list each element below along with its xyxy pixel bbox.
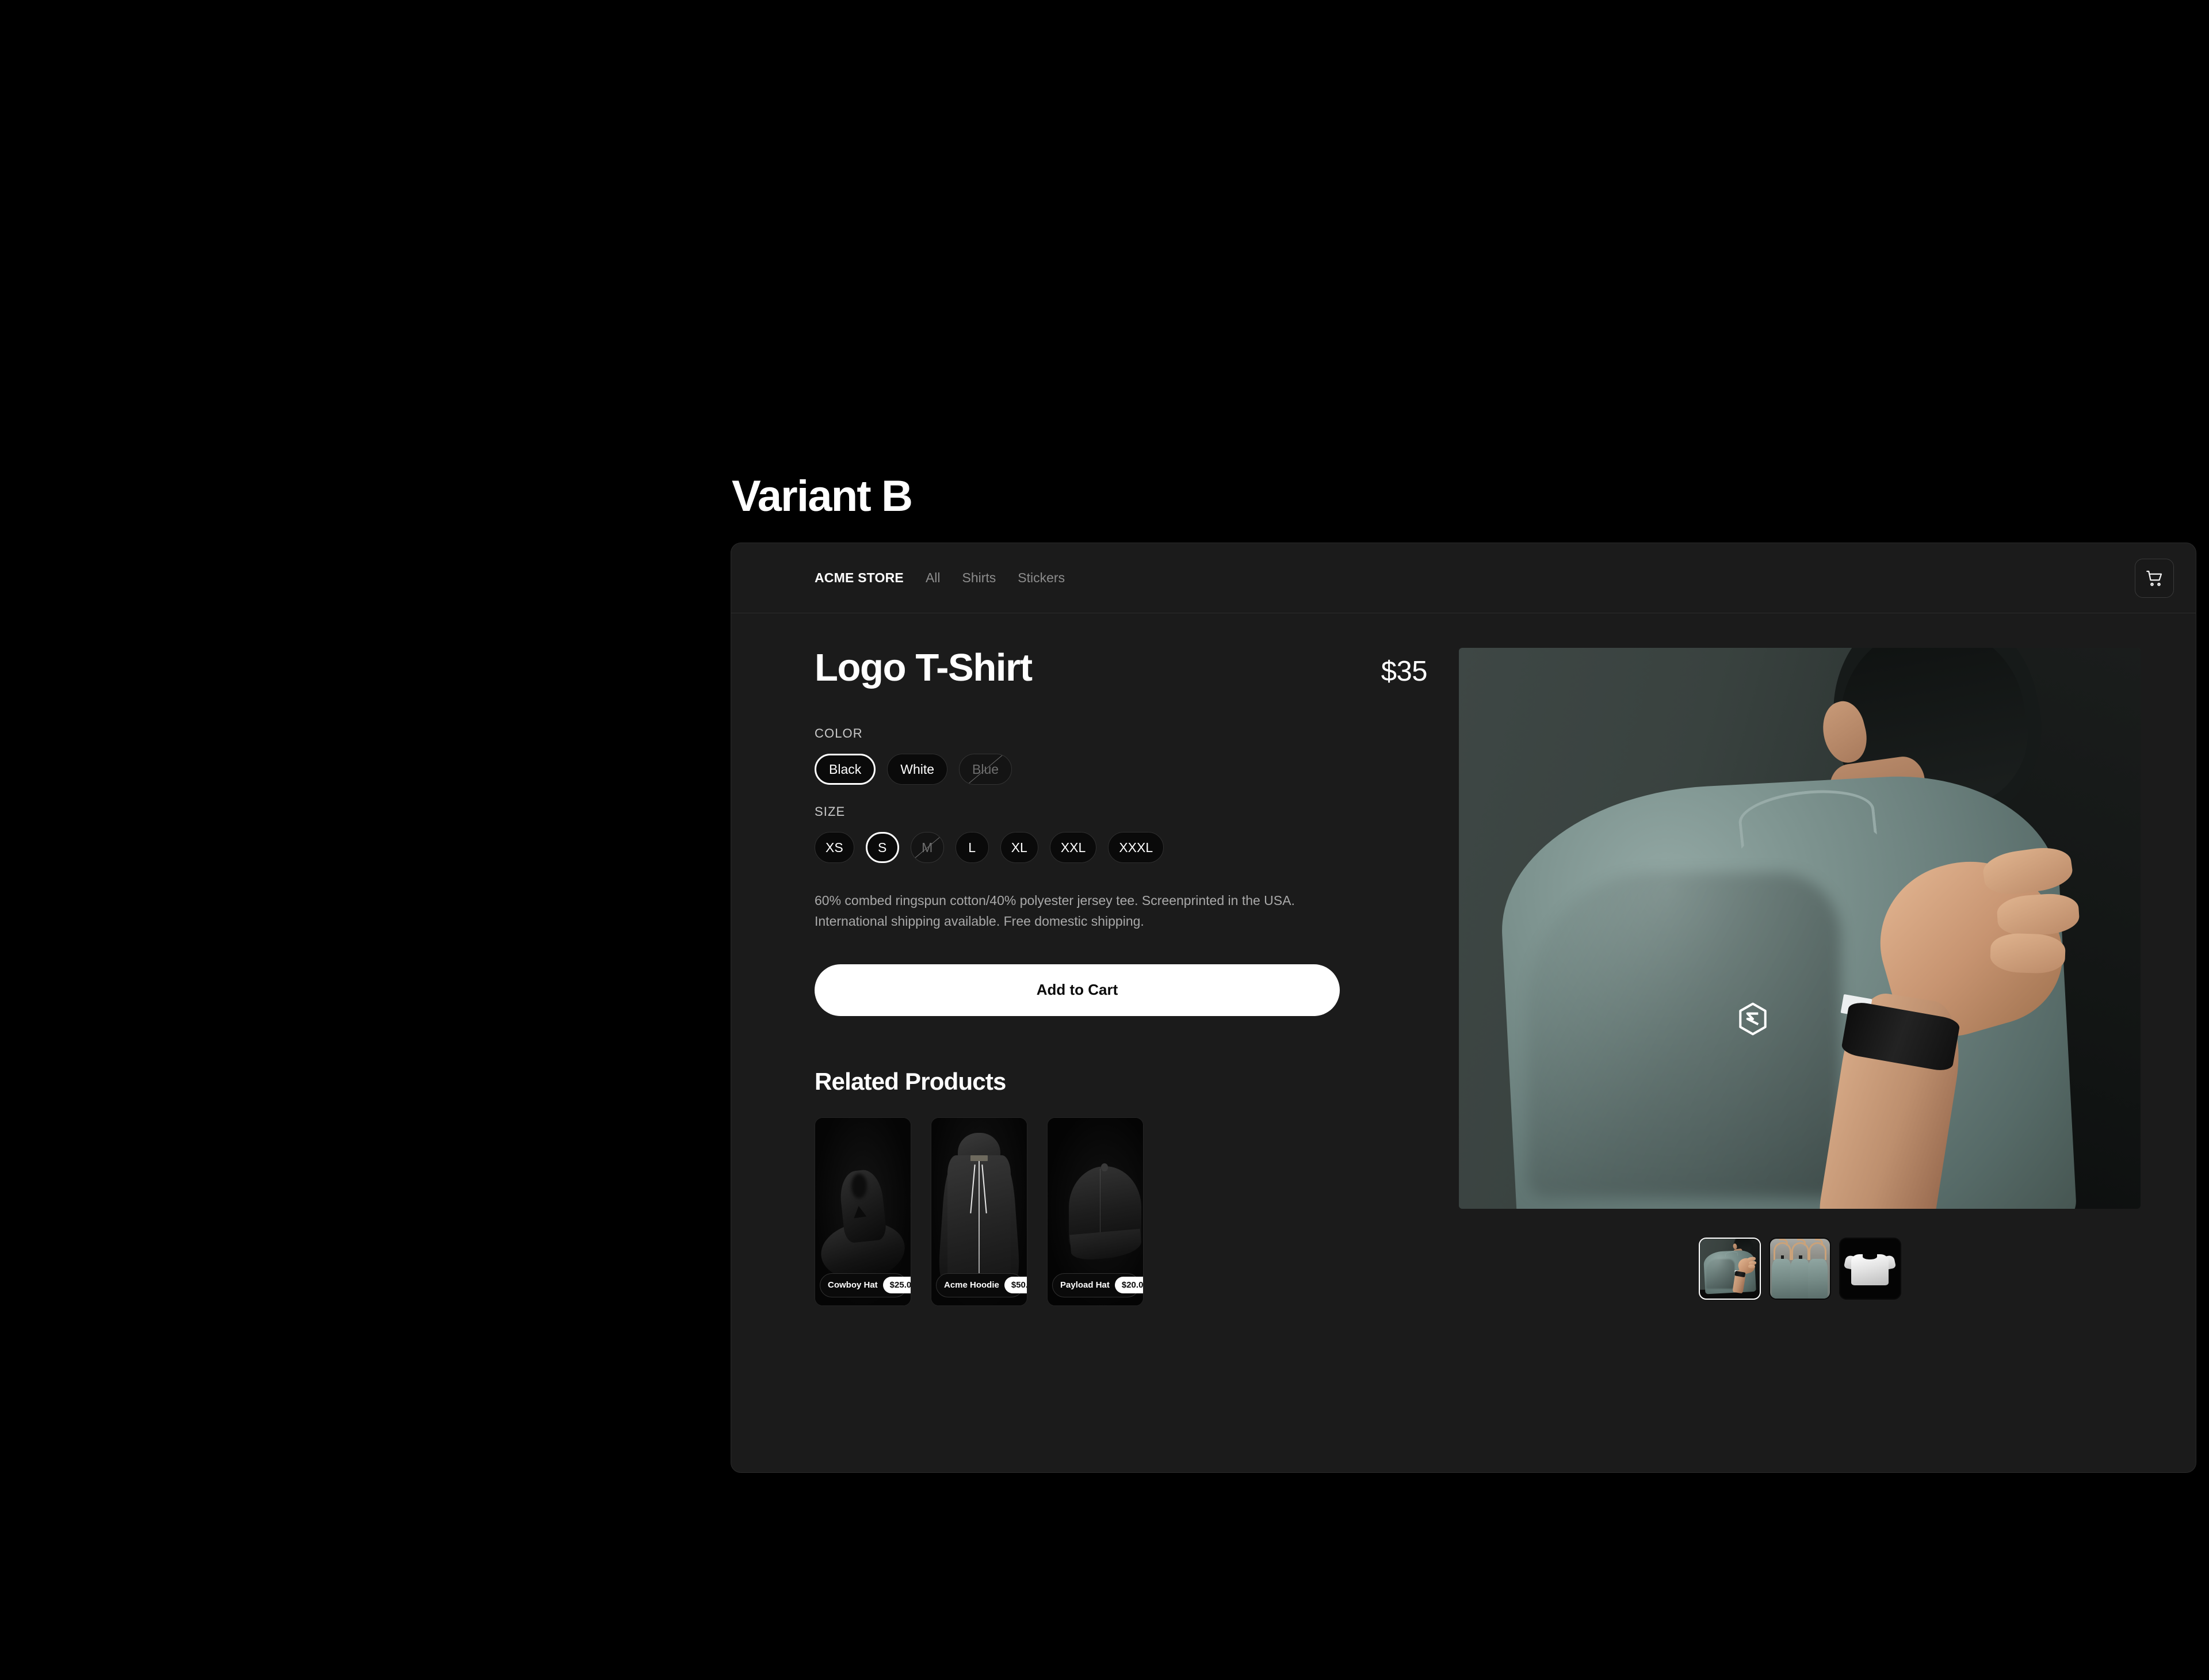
thumbnail-3[interactable] (1839, 1238, 1901, 1300)
related-product-name: Acme Hoodie (944, 1280, 999, 1290)
thumbnail-3-art (1840, 1239, 1900, 1299)
related-product-price: $50.00 (1004, 1277, 1027, 1294)
primary-nav: ACME STORE All Shirts Stickers (815, 570, 1065, 586)
page-title: Variant B (732, 472, 913, 521)
brand-logo-link[interactable]: ACME STORE (815, 570, 904, 586)
product-gallery-column (1458, 648, 2196, 1306)
nav-item-all[interactable]: All (926, 570, 941, 586)
size-option-xxl[interactable]: XXL (1049, 832, 1097, 864)
product-gallery (1458, 648, 2141, 1300)
size-option-xxxl[interactable]: XXXL (1108, 832, 1164, 864)
product-caption: Cowboy Hat $25.00 (820, 1273, 911, 1297)
color-label: COLOR (815, 726, 863, 741)
related-product-price: $20.00 (1114, 1277, 1143, 1294)
product-title: Logo T-Shirt (815, 646, 1033, 689)
nav-item-stickers[interactable]: Stickers (1018, 570, 1065, 586)
thumbnail-2-art (1770, 1239, 1830, 1299)
product-info-column: Logo T-Shirt $35 COLOR Black White Blue … (731, 646, 1458, 1306)
size-option-l[interactable]: L (955, 832, 989, 864)
product-description: 60% combed ringspun cotton/40% polyester… (815, 893, 1295, 929)
storefront-panel: ACME STORE All Shirts Stickers Logo T-Sh… (731, 543, 2196, 1473)
shopping-cart-icon (2146, 570, 2162, 586)
related-product-card-acme-hoodie[interactable]: Acme Hoodie $50.00 (931, 1117, 1027, 1306)
size-option-group: SIZE XS S M L XL XXL XXXL (815, 804, 1430, 864)
color-options: Black White Blue (815, 754, 1430, 785)
size-option-m: M (910, 832, 944, 864)
thumbnail-1[interactable] (1698, 1238, 1761, 1300)
cart-button[interactable] (2135, 558, 2174, 598)
hero-image[interactable] (1459, 648, 2141, 1209)
color-option-group: COLOR Black White Blue (815, 726, 1430, 785)
nav-item-shirts[interactable]: Shirts (962, 570, 996, 586)
product-caption: Acme Hoodie $50.00 (936, 1273, 1027, 1297)
color-option-blue: Blue (959, 754, 1012, 785)
product-caption: Payload Hat $20.00 (1052, 1273, 1143, 1297)
related-product-name: Cowboy Hat (828, 1280, 878, 1290)
size-option-xl[interactable]: XL (1000, 832, 1038, 864)
thumbnail-1-art (1699, 1239, 1760, 1299)
color-option-white[interactable]: White (887, 754, 948, 785)
size-option-s[interactable]: S (865, 832, 899, 864)
acme-hexagon-logo-icon (1739, 1002, 1767, 1036)
size-options: XS S M L XL XXL XXXL (815, 832, 1430, 864)
thumbnail-strip (1698, 1238, 1901, 1300)
color-option-black[interactable]: Black (815, 754, 876, 785)
related-product-card-cowboy-hat[interactable]: Cowboy Hat $25.00 (815, 1117, 911, 1306)
hero-image-art (1459, 648, 2141, 1209)
related-product-name: Payload Hat (1060, 1280, 1110, 1290)
store-header: ACME STORE All Shirts Stickers (731, 543, 2196, 613)
thumbnail-2[interactable] (1768, 1238, 1831, 1300)
related-products-heading: Related Products (815, 1067, 1006, 1095)
add-to-cart-button[interactable]: Add to Cart (815, 964, 1340, 1016)
size-label: SIZE (815, 804, 846, 819)
related-product-card-payload-hat[interactable]: Payload Hat $20.00 (1047, 1117, 1144, 1306)
title-price-row: Logo T-Shirt $35 (815, 646, 1430, 689)
related-products-rail[interactable]: Cowboy Hat $25.00 (815, 1117, 1340, 1306)
product-price: $35 (1381, 656, 1428, 687)
related-product-price: $25.00 (882, 1277, 911, 1294)
product-detail-body: Logo T-Shirt $35 COLOR Black White Blue … (731, 613, 2196, 1306)
size-option-xs[interactable]: XS (815, 832, 854, 864)
